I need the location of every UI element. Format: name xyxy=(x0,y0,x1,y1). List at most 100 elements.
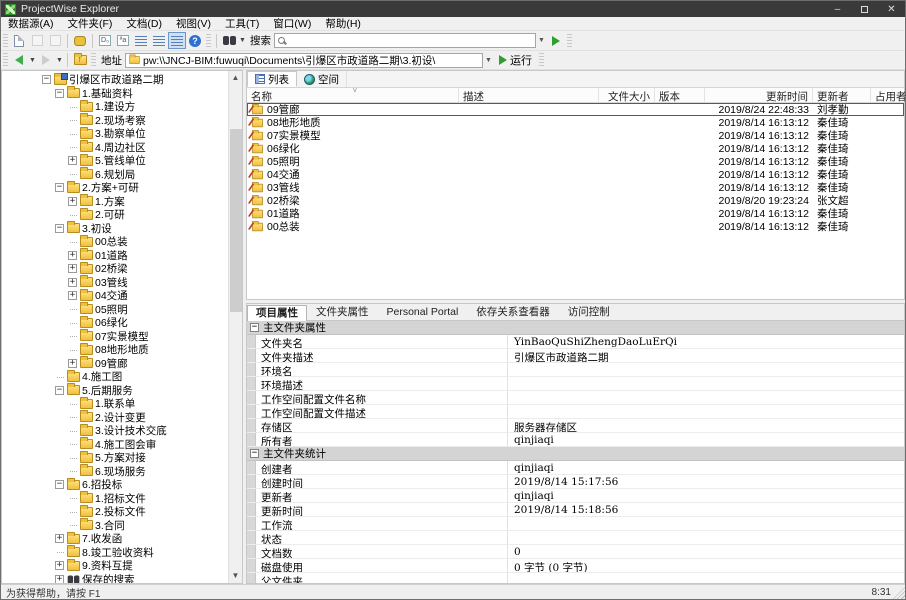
tree-item[interactable]: +9.资料互提 xyxy=(2,559,228,573)
tree-item[interactable]: 06绿化 xyxy=(2,316,228,330)
tree-item[interactable]: 1.招标文件 xyxy=(2,492,228,506)
tree-item[interactable]: −引爆区市政道路二期 xyxy=(2,73,228,87)
tree-item[interactable]: +保存的搜索 xyxy=(2,573,228,584)
tree-expander-plus-icon[interactable]: + xyxy=(55,575,64,583)
tree-expander-minus-icon[interactable]: − xyxy=(42,75,51,84)
column-header-更新时间[interactable]: 更新时间 xyxy=(705,88,813,102)
menu-item[interactable]: 视图(V) xyxy=(169,17,218,31)
column-header-描述[interactable]: 描述 xyxy=(459,88,599,102)
properties-tab[interactable]: 文件夹属性 xyxy=(307,304,378,320)
list-view-button[interactable] xyxy=(168,32,186,49)
menu-item[interactable]: 文件夹(F) xyxy=(61,17,120,31)
tree-expander-plus-icon[interactable]: + xyxy=(68,278,77,287)
tree-item[interactable]: +09管廊 xyxy=(2,357,228,371)
maximize-button[interactable] xyxy=(851,1,878,17)
column-header-更新者[interactable]: 更新者 xyxy=(813,88,871,102)
property-section-header[interactable]: −主文件夹属性 xyxy=(247,321,904,335)
menu-item[interactable]: 工具(T) xyxy=(218,17,266,31)
menu-item[interactable]: 文档(D) xyxy=(119,17,169,31)
tree-item[interactable]: −5.后期服务 xyxy=(2,384,228,398)
tree-item[interactable]: −3.初设 xyxy=(2,222,228,236)
tree-expander-plus-icon[interactable]: + xyxy=(68,359,77,368)
list-item[interactable]: 00总装2019/8/14 16:13:12秦佳琦 xyxy=(247,220,904,233)
property-section-header[interactable]: −主文件夹统计 xyxy=(247,447,904,461)
tree-expander-minus-icon[interactable]: − xyxy=(55,89,64,98)
tree-item[interactable]: +04交通 xyxy=(2,289,228,303)
tab-spatial[interactable]: 空间 xyxy=(297,71,347,87)
collapse-icon[interactable]: − xyxy=(250,449,259,458)
tree-expander-plus-icon[interactable]: + xyxy=(55,534,64,543)
small-icons-view-button[interactable] xyxy=(132,32,150,49)
tree-item[interactable]: 6.规划局 xyxy=(2,168,228,182)
up-folder-button[interactable] xyxy=(71,52,89,69)
tree-item[interactable]: +1.方案 xyxy=(2,195,228,209)
help-button[interactable]: ? xyxy=(186,32,204,49)
properties-tab[interactable]: 访问控制 xyxy=(559,304,619,320)
tree-item[interactable]: 07实景模型 xyxy=(2,330,228,344)
search-tool-dropdown[interactable]: ▼ xyxy=(238,37,247,44)
tree-item[interactable]: 2.投标文件 xyxy=(2,505,228,519)
forward-button[interactable] xyxy=(37,52,55,69)
minimize-button[interactable]: – xyxy=(824,1,851,17)
tree-item[interactable]: 3.设计技术交底 xyxy=(2,424,228,438)
details-view-button[interactable] xyxy=(150,32,168,49)
tree-item[interactable]: 08地形地质 xyxy=(2,343,228,357)
address-combo-arrow[interactable]: ▼ xyxy=(483,54,494,67)
tree-item[interactable]: 1.联系单 xyxy=(2,397,228,411)
tree-item[interactable]: 4.施工图 xyxy=(2,370,228,384)
tree-expander-plus-icon[interactable]: + xyxy=(68,197,77,206)
toolbar-grip[interactable] xyxy=(3,53,8,67)
back-dropdown[interactable]: ▼ xyxy=(28,57,37,64)
tree-scrollbar-thumb[interactable] xyxy=(230,129,242,313)
tree-item[interactable]: +02桥梁 xyxy=(2,262,228,276)
properties-view-button[interactable]: D₀ xyxy=(96,32,114,49)
tree-item[interactable]: 2.设计变更 xyxy=(2,411,228,425)
tree-item[interactable]: +03管线 xyxy=(2,276,228,290)
tree-expander-plus-icon[interactable]: + xyxy=(55,561,64,570)
search-run-button[interactable] xyxy=(547,32,565,49)
menu-item[interactable]: 帮助(H) xyxy=(318,17,368,31)
tree-item[interactable]: +01道路 xyxy=(2,249,228,263)
toolbar-grip[interactable] xyxy=(3,34,8,48)
collapse-icon[interactable]: − xyxy=(250,323,259,332)
toolbar-grip[interactable] xyxy=(567,34,572,48)
tree-scrollbar-track[interactable] xyxy=(229,85,243,569)
tree-expander-minus-icon[interactable]: − xyxy=(55,224,64,233)
copy-button[interactable] xyxy=(28,32,46,49)
new-document-button[interactable] xyxy=(10,32,28,49)
toolbar-grip[interactable] xyxy=(91,53,96,67)
tree-item[interactable]: 2.现场考察 xyxy=(2,114,228,128)
properties-tab[interactable]: 项目属性 xyxy=(247,305,307,321)
tree-item[interactable]: 8.竣工验收资料 xyxy=(2,546,228,560)
tree-expander-minus-icon[interactable]: − xyxy=(55,386,64,395)
tree-item[interactable]: 00总装 xyxy=(2,235,228,249)
rename-button[interactable]: ªa xyxy=(114,32,132,49)
menu-item[interactable]: 数据源(A) xyxy=(1,17,61,31)
column-header-名称[interactable]: 名称˅ xyxy=(247,88,459,102)
tree-item[interactable]: 3.合同 xyxy=(2,519,228,533)
run-button[interactable]: 运行 xyxy=(494,52,537,68)
tree-expander-plus-icon[interactable]: + xyxy=(68,264,77,273)
column-header-版本[interactable]: 版本 xyxy=(655,88,705,102)
address-input[interactable]: pw:\\JNCJ-BIM:fuwuqi\Documents\引爆区市政道路二期… xyxy=(125,53,483,68)
tree-expander-plus-icon[interactable]: + xyxy=(68,251,77,260)
tree-item[interactable]: 4.施工图会审 xyxy=(2,438,228,452)
properties-tab[interactable]: Personal Portal xyxy=(378,304,468,320)
tree-item[interactable]: −6.招投标 xyxy=(2,478,228,492)
tree-item[interactable]: +7.收发函 xyxy=(2,532,228,546)
paste-button[interactable] xyxy=(46,32,64,49)
tree-scrollbar[interactable]: ▲ ▼ xyxy=(228,71,242,583)
menu-item[interactable]: 窗口(W) xyxy=(266,17,318,31)
tree-item[interactable]: 3.勘察单位 xyxy=(2,127,228,141)
export-button[interactable] xyxy=(71,32,89,49)
tree-item[interactable]: 2.可研 xyxy=(2,208,228,222)
properties-tab[interactable]: 依存关系查看器 xyxy=(467,304,559,320)
tree-item[interactable]: −1.基础资料 xyxy=(2,87,228,101)
toolbar-grip[interactable] xyxy=(206,34,211,48)
search-input[interactable] xyxy=(274,33,536,48)
toolbar-grip[interactable] xyxy=(539,53,544,67)
tab-list[interactable]: 列表 xyxy=(247,71,297,87)
tree-item[interactable]: 1.建设方 xyxy=(2,100,228,114)
scroll-down-icon[interactable]: ▼ xyxy=(229,569,243,583)
tree-item[interactable]: −2.方案+可研 xyxy=(2,181,228,195)
